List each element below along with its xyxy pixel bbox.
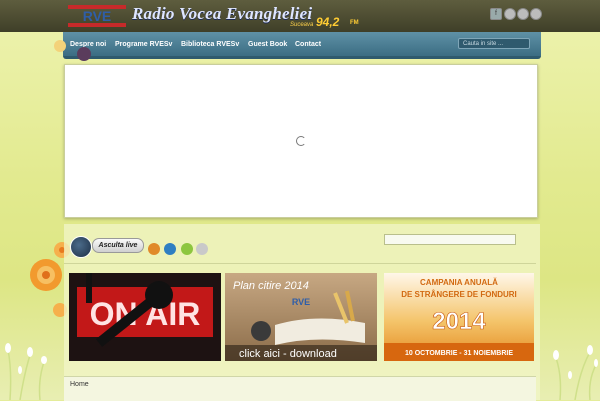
plan-logo: RVE bbox=[292, 297, 310, 307]
nav-item-guest-book[interactable]: Guest Book bbox=[248, 41, 287, 48]
rve-logo-icon[interactable]: RVE bbox=[68, 3, 126, 29]
nav-item-biblioteca[interactable]: Biblioteca RVESv bbox=[181, 41, 239, 48]
banner-on-air[interactable]: ON AIR bbox=[69, 273, 221, 361]
play-icon[interactable] bbox=[70, 236, 92, 258]
divider bbox=[64, 263, 536, 264]
plan-action: click aici - download bbox=[239, 348, 337, 360]
breadcrumb-home-link[interactable]: Home bbox=[70, 381, 89, 388]
email-icon[interactable] bbox=[517, 8, 529, 20]
site-frequency: 94,2 bbox=[316, 15, 340, 29]
campaign-dates: 10 OCTOMBRIE - 31 NOIEMBRIE bbox=[405, 350, 513, 357]
share-icon[interactable] bbox=[530, 8, 542, 20]
campaign-image: CAMPANIA ANUALĂ DE STRÂNGERE DE FONDURI … bbox=[384, 278, 534, 361]
campaign-year: 2014 bbox=[432, 308, 486, 335]
search-input[interactable]: Cauta in site ... bbox=[458, 38, 530, 49]
flower-decoration bbox=[30, 242, 70, 317]
campaign-line1: CAMPANIA ANUALĂ bbox=[420, 278, 498, 287]
facebook-icon[interactable]: f bbox=[490, 8, 502, 20]
campaign-line2: DE STRÂNGERE DE FONDURI bbox=[401, 290, 517, 299]
apple-icon[interactable] bbox=[196, 243, 208, 255]
sidebar-box bbox=[384, 234, 516, 245]
listen-live-button[interactable]: Asculta live bbox=[92, 238, 144, 253]
logo-text: RVE bbox=[83, 8, 112, 24]
plan-image: Plan citire 2014 RVE click aici - downlo… bbox=[225, 280, 377, 361]
site-city: Suceava bbox=[290, 22, 314, 28]
loading-spinner-icon bbox=[296, 136, 306, 146]
flower-decoration-top bbox=[54, 40, 91, 61]
rss-icon[interactable] bbox=[504, 8, 516, 20]
on-air-image: ON AIR bbox=[77, 273, 213, 347]
nav-item-contact[interactable]: Contact bbox=[295, 41, 321, 48]
plan-title: Plan citire 2014 bbox=[233, 280, 309, 292]
android-icon[interactable] bbox=[181, 243, 193, 255]
winamp-icon[interactable] bbox=[148, 243, 160, 255]
windows-media-icon[interactable] bbox=[164, 243, 176, 255]
site-band: FM bbox=[350, 20, 359, 26]
banner-campaign[interactable]: CAMPANIA ANUALĂ DE STRÂNGERE DE FONDURI … bbox=[384, 273, 534, 361]
nav-item-programe[interactable]: Programe RVESv bbox=[115, 41, 172, 48]
banner-plan-citire[interactable]: Plan citire 2014 RVE click aici - downlo… bbox=[225, 273, 377, 361]
site-title[interactable]: Radio Vocea Evangheliei bbox=[132, 4, 312, 24]
breadcrumb bbox=[64, 376, 536, 401]
